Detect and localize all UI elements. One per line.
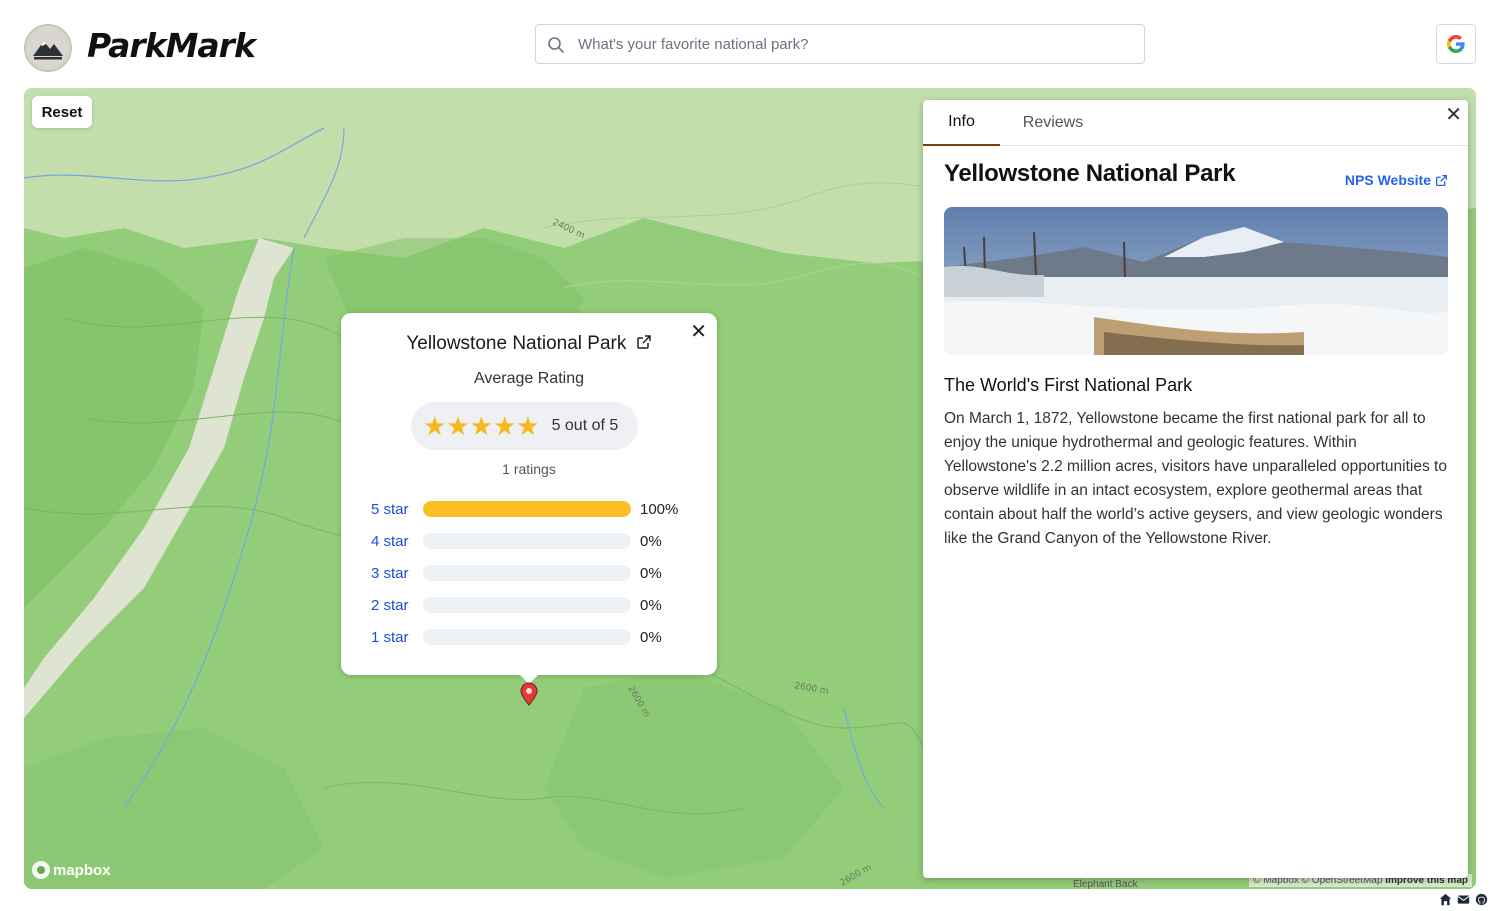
histogram-percent: 100% [640, 500, 679, 518]
histogram-row: 2 star 0% [371, 595, 662, 615]
github-icon[interactable] [1475, 893, 1488, 906]
star-icon: ★ [469, 411, 493, 441]
histogram-bar [423, 597, 631, 613]
histogram-percent: 0% [640, 596, 662, 614]
place-label: Elephant Back [1073, 879, 1138, 889]
nps-website-link[interactable]: NPS Website [1345, 172, 1448, 188]
park-description: On March 1, 1872, Yellowstone became the… [944, 410, 1447, 547]
rating-summary: ★ ★ ★ ★ ★ 5 out of 5 [411, 402, 638, 450]
histogram-percent: 0% [640, 532, 662, 550]
park-photo [944, 207, 1448, 355]
average-rating-label: Average Rating [474, 370, 584, 387]
histogram-bar-fill [423, 501, 631, 517]
brand-name[interactable]: ParkMark [87, 26, 256, 65]
histogram-percent: 0% [640, 628, 662, 646]
histogram-bar [423, 501, 631, 517]
star-icon: ★ [446, 411, 470, 441]
park-title: Yellowstone National Park [944, 160, 1236, 187]
popup-title-text[interactable]: Yellowstone National Park [406, 333, 626, 354]
external-link-icon [1435, 174, 1448, 186]
panel-tabs: Info Reviews [923, 100, 1468, 146]
ratings-count: 1 ratings [502, 461, 556, 477]
star-icon: ★ [516, 411, 540, 441]
tab-info[interactable]: Info [923, 100, 1000, 146]
star-icon: ★ [492, 411, 517, 441]
google-signin-button[interactable] [1436, 24, 1476, 64]
home-icon[interactable] [1439, 893, 1452, 906]
mountain-logo-icon [33, 41, 63, 60]
park-info-panel: Info Reviews ✕ Yellowstone National Park… [923, 100, 1468, 878]
google-icon [1447, 35, 1465, 53]
reset-button[interactable]: Reset [32, 96, 92, 128]
search-icon [548, 37, 564, 53]
histogram-star-link[interactable]: 4 star [371, 533, 423, 550]
histogram-row: 5 star 100% [371, 499, 678, 519]
histogram-row: 1 star 0% [371, 627, 662, 647]
external-link-icon[interactable] [636, 334, 652, 350]
histogram-star-link[interactable]: 1 star [371, 629, 423, 646]
histogram-star-link[interactable]: 3 star [371, 565, 423, 582]
search-box[interactable] [535, 24, 1145, 64]
histogram-row: 3 star 0% [371, 563, 662, 583]
logo[interactable] [24, 24, 72, 72]
mapbox-label: mapbox [53, 861, 111, 879]
histogram-star-link[interactable]: 2 star [371, 597, 423, 614]
park-popup: ✕ Yellowstone National Park Average Rati… [341, 313, 717, 675]
histogram-bar [423, 629, 631, 645]
park-subtitle: The World's First National Park [944, 375, 1193, 395]
mail-icon[interactable] [1457, 893, 1470, 906]
histogram-star-link[interactable]: 5 star [371, 501, 423, 518]
popup-title[interactable]: Yellowstone National Park [341, 333, 717, 355]
panel-close-icon[interactable]: ✕ [1445, 102, 1462, 127]
histogram-bar [423, 533, 631, 549]
histogram-percent: 0% [640, 564, 662, 582]
star-rating: ★ ★ ★ ★ ★ [423, 413, 540, 439]
tab-reviews[interactable]: Reviews [1013, 100, 1093, 146]
map-marker-icon[interactable] [519, 682, 539, 711]
histogram-row: 4 star 0% [371, 531, 662, 551]
mapbox-logo[interactable]: mapbox [32, 861, 111, 879]
rating-text: 5 out of 5 [551, 417, 619, 434]
star-icon: ★ [423, 411, 447, 441]
nps-link-label[interactable]: NPS Website [1345, 172, 1431, 188]
mapbox-icon [32, 861, 50, 879]
footer-links [1439, 893, 1488, 906]
search-input[interactable] [578, 31, 1128, 57]
histogram-bar [423, 565, 631, 581]
